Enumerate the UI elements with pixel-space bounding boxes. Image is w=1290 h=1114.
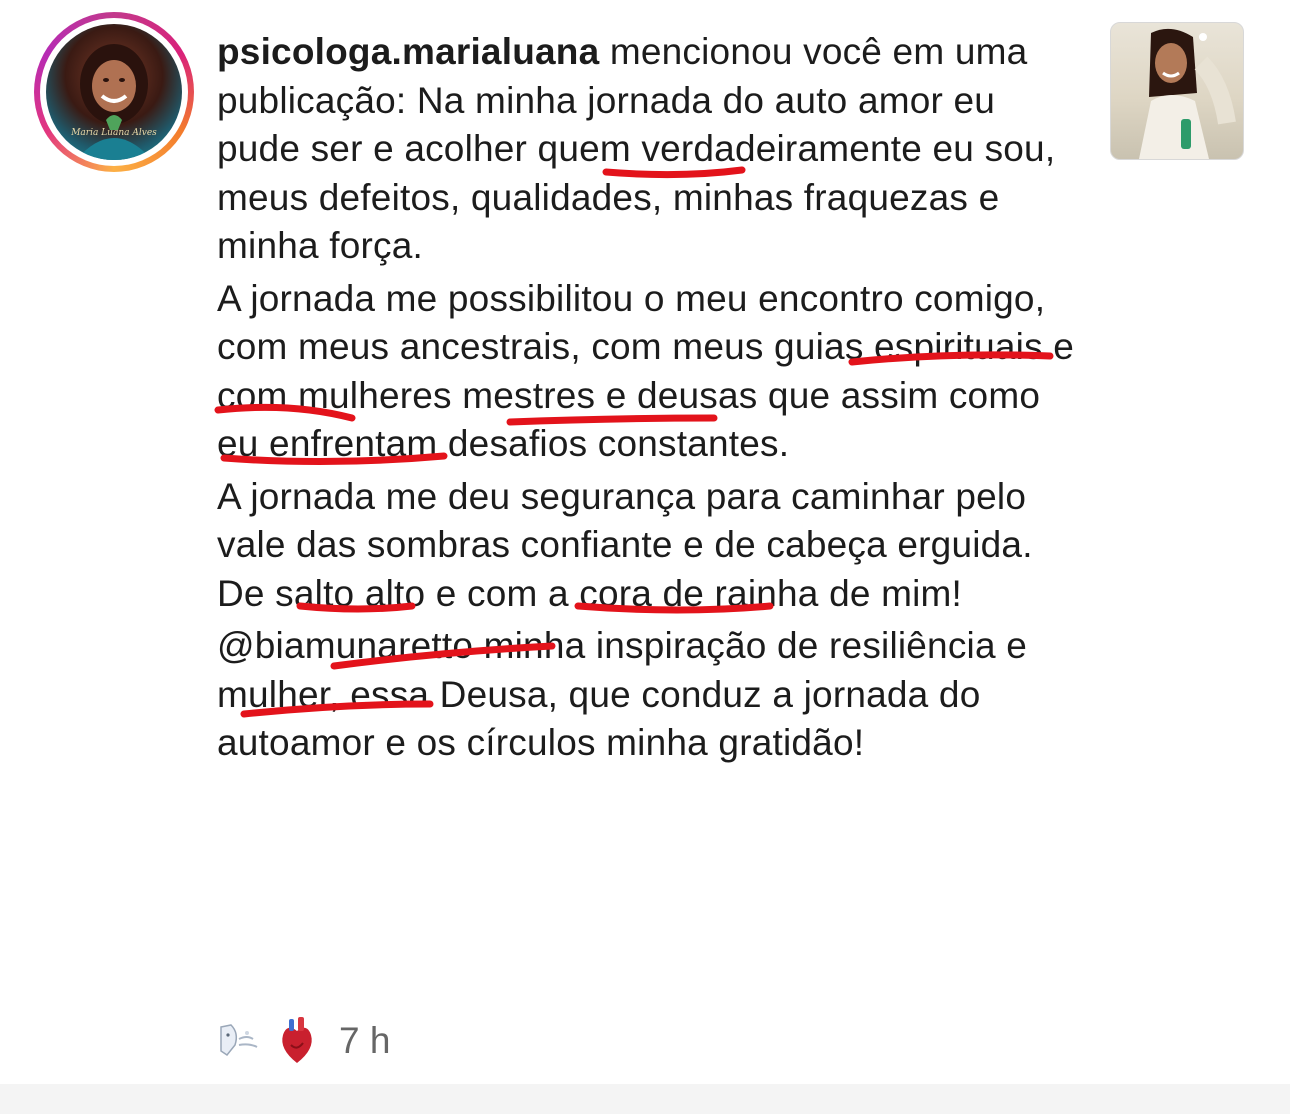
profile-avatar[interactable]: Maria Luana Alves <box>34 12 194 172</box>
notification-footer: 7 h <box>217 1014 390 1068</box>
caption-paragraph: A jornada me deu segurança para caminhar… <box>217 475 1033 614</box>
post-thumbnail[interactable] <box>1110 22 1244 160</box>
caption-paragraph: @biamunaretto minha inspiração de resili… <box>217 625 1027 763</box>
caption-paragraph: A jornada me possibilitou o meu encontro… <box>217 277 1075 465</box>
timestamp: 7 h <box>339 1020 391 1061</box>
bottom-strip <box>0 1084 1290 1114</box>
anatomical-heart-icon <box>275 1017 319 1063</box>
notification-text: psicologa.marialuana mencionou você em u… <box>217 28 1077 772</box>
wind-face-icon <box>217 1019 261 1063</box>
username-link[interactable]: psicologa.marialuana <box>217 31 599 72</box>
caption-paragraph: psicologa.marialuana mencionou você em u… <box>217 28 1077 271</box>
avatar-photo: Maria Luana Alves <box>46 24 182 160</box>
avatar-signature: Maria Luana Alves <box>71 128 157 138</box>
avatar-ring-gap: Maria Luana Alves <box>40 18 188 166</box>
